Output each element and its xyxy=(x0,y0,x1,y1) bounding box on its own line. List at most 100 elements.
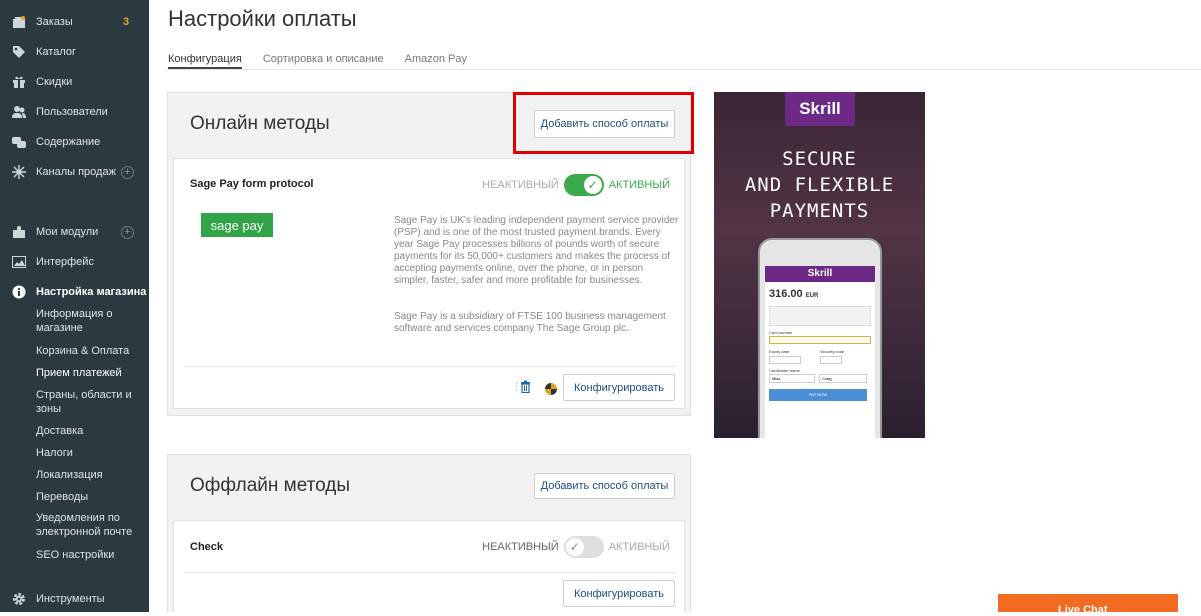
orders-icon xyxy=(12,15,26,29)
security-label: Security code xyxy=(820,349,845,354)
info-icon xyxy=(12,285,26,299)
sidebar-item-label: Скидки xyxy=(36,76,73,88)
sidebar-item-label: Настройка магазина xyxy=(36,286,147,298)
status-toggle-group: НЕАКТИВНЫЙ ✓ АКТИВНЫЙ xyxy=(482,174,670,196)
sidebar-item-sales-channels[interactable]: Каналы продаж + xyxy=(0,162,149,182)
network-icon xyxy=(12,165,26,179)
phone-screen: Skrill 316.00 EUR Card number Expiry dat… xyxy=(765,266,875,438)
pay-now-button: PAY NOW xyxy=(769,389,867,401)
holder-label: Cardholder name xyxy=(769,368,800,373)
sidebar-item-interface[interactable]: Интерфейс xyxy=(0,252,149,272)
tabs-divider xyxy=(166,69,1201,70)
card-number-field xyxy=(769,336,871,344)
method-description-2: Sage Pay is a subsidiary of FTSE 100 bus… xyxy=(394,311,666,334)
card-divider xyxy=(184,366,676,367)
payment-options xyxy=(769,306,871,326)
sagepay-logo: sage pay xyxy=(201,213,273,237)
status-toggle-group: НЕАКТИВНЫЙ ✓ АКТИВНЫЙ xyxy=(482,536,670,558)
offline-methods-title: Оффлайн методы xyxy=(190,475,351,496)
sidebar-item-label: Интерфейс xyxy=(36,256,94,268)
sidebar-item-label: Заказы xyxy=(36,16,73,28)
tab-bar: Конфигурация Сортировка и описание Amazo… xyxy=(168,53,488,69)
security-field xyxy=(820,356,842,364)
sidebar-item-tools[interactable]: Инструменты xyxy=(0,589,149,609)
amount: 316.00 xyxy=(769,288,803,300)
gift-icon xyxy=(12,75,26,89)
sidebar-item-label: Содержание xyxy=(36,136,101,148)
tab-sorting[interactable]: Сортировка и описание xyxy=(263,53,384,69)
last-name-field: Craig xyxy=(819,374,867,383)
phone-brand: Skrill xyxy=(765,266,875,282)
highlight-frame xyxy=(513,92,694,154)
first-name-field: Miss xyxy=(769,374,815,383)
tab-configuration[interactable]: Конфигурация xyxy=(168,53,242,69)
ad-headline-line: PAYMENTS xyxy=(769,200,870,222)
sidebar-subitem-store-info[interactable]: Информация о магазине xyxy=(36,307,146,335)
check-method-card: Check НЕАКТИВНЫЙ ✓ АКТИВНЫЙ Конфигуриров… xyxy=(173,520,685,612)
ad-headline: SECURE AND FLEXIBLE PAYMENTS xyxy=(714,146,925,224)
sidebar-item-label: Пользователи xyxy=(36,106,108,118)
orders-count-badge: 3 xyxy=(123,16,130,28)
sidebar-item-users[interactable]: Пользователи xyxy=(0,102,149,122)
sidebar-subitem-email-notifications[interactable]: Уведомления по электронной почте xyxy=(36,511,146,539)
sidebar: Заказы 3 Каталог Скидки Пользователи Сод… xyxy=(0,0,149,612)
configure-button[interactable]: Конфигурировать xyxy=(563,580,675,607)
trash-icon[interactable] xyxy=(520,380,531,398)
live-chat-label: Live Chat xyxy=(1058,604,1108,616)
sidebar-item-store-settings[interactable]: Настройка магазина xyxy=(0,282,149,302)
sidebar-item-label: Каталог xyxy=(36,46,76,58)
currency: EUR xyxy=(805,293,819,299)
sidebar-subitem-localization[interactable]: Локализация xyxy=(36,468,146,482)
inactive-label: НЕАКТИВНЫЙ xyxy=(482,541,559,553)
sidebar-subitem-seo[interactable]: SEO настройки xyxy=(36,548,146,562)
check-icon: ✓ xyxy=(583,176,602,194)
card-number-label: Card number xyxy=(769,330,793,335)
skrill-ad-banner[interactable]: Skrill SECURE AND FLEXIBLE PAYMENTS Skri… xyxy=(714,92,925,438)
expand-icon[interactable]: + xyxy=(121,225,134,239)
sidebar-item-catalog[interactable]: Каталог xyxy=(0,42,149,62)
online-methods-title: Онлайн методы xyxy=(190,113,330,134)
method-name: Sage Pay form protocol xyxy=(190,178,314,190)
add-offline-payment-button[interactable]: Добавить способ оплаты xyxy=(534,473,675,499)
sidebar-item-label: Инструменты xyxy=(36,593,105,605)
skrill-logo: Skrill xyxy=(785,92,855,126)
sidebar-subitem-countries[interactable]: Страны, области и зоны xyxy=(36,388,146,416)
sidebar-item-content[interactable]: Содержание xyxy=(0,132,149,152)
inactive-toggle[interactable]: ✓ xyxy=(563,536,604,558)
sidebar-item-discounts[interactable]: Скидки xyxy=(0,72,149,92)
active-label: АКТИВНЫЙ xyxy=(608,179,670,191)
image-icon xyxy=(12,255,26,269)
puzzle-icon xyxy=(12,225,26,239)
tag-icon xyxy=(12,45,26,59)
live-chat-button[interactable]: Live Chat xyxy=(998,594,1178,616)
tab-amazon-pay[interactable]: Amazon Pay xyxy=(405,53,467,69)
sidebar-subitem-payments[interactable]: Прием платежей xyxy=(36,366,146,380)
users-icon xyxy=(12,105,26,119)
sidebar-subitem-taxes[interactable]: Налоги xyxy=(36,446,146,460)
sidebar-item-my-modules[interactable]: Мои модули + xyxy=(0,222,149,242)
method-name: Check xyxy=(190,541,224,553)
sidebar-item-label: Каналы продаж xyxy=(36,166,116,178)
sidebar-subitem-translations[interactable]: Переводы xyxy=(36,490,146,504)
sidebar-subitem-cart[interactable]: Корзина & Оплата xyxy=(36,344,146,358)
ad-headline-line: SECURE xyxy=(782,148,857,170)
configure-button[interactable]: Конфигурировать xyxy=(563,374,675,401)
expiry-field xyxy=(769,356,801,364)
method-description: Sage Pay is UK's leading independent pay… xyxy=(394,215,679,286)
active-label: АКТИВНЫЙ xyxy=(608,541,670,553)
card-divider xyxy=(184,572,676,573)
sagepay-method-card: Sage Pay form protocol НЕАКТИВНЫЙ ✓ АКТИ… xyxy=(173,158,685,409)
check-icon: ✓ xyxy=(565,538,584,556)
sidebar-item-label: Мои модули xyxy=(36,226,99,238)
inactive-label: НЕАКТИВНЫЙ xyxy=(482,179,559,191)
expiry-label: Expiry date xyxy=(769,349,790,354)
ad-headline-line: AND FLEXIBLE xyxy=(744,174,895,196)
comments-icon xyxy=(12,135,26,149)
sidebar-subitem-shipping[interactable]: Доставка xyxy=(36,424,146,438)
phone-mockup: Skrill 316.00 EUR Card number Expiry dat… xyxy=(758,238,882,438)
page-title: Настройки оплаты xyxy=(168,6,357,31)
active-toggle[interactable]: ✓ xyxy=(563,174,604,196)
gear-icon xyxy=(12,592,26,606)
expand-icon[interactable]: + xyxy=(121,165,134,179)
sidebar-item-orders[interactable]: Заказы 3 xyxy=(0,12,149,32)
